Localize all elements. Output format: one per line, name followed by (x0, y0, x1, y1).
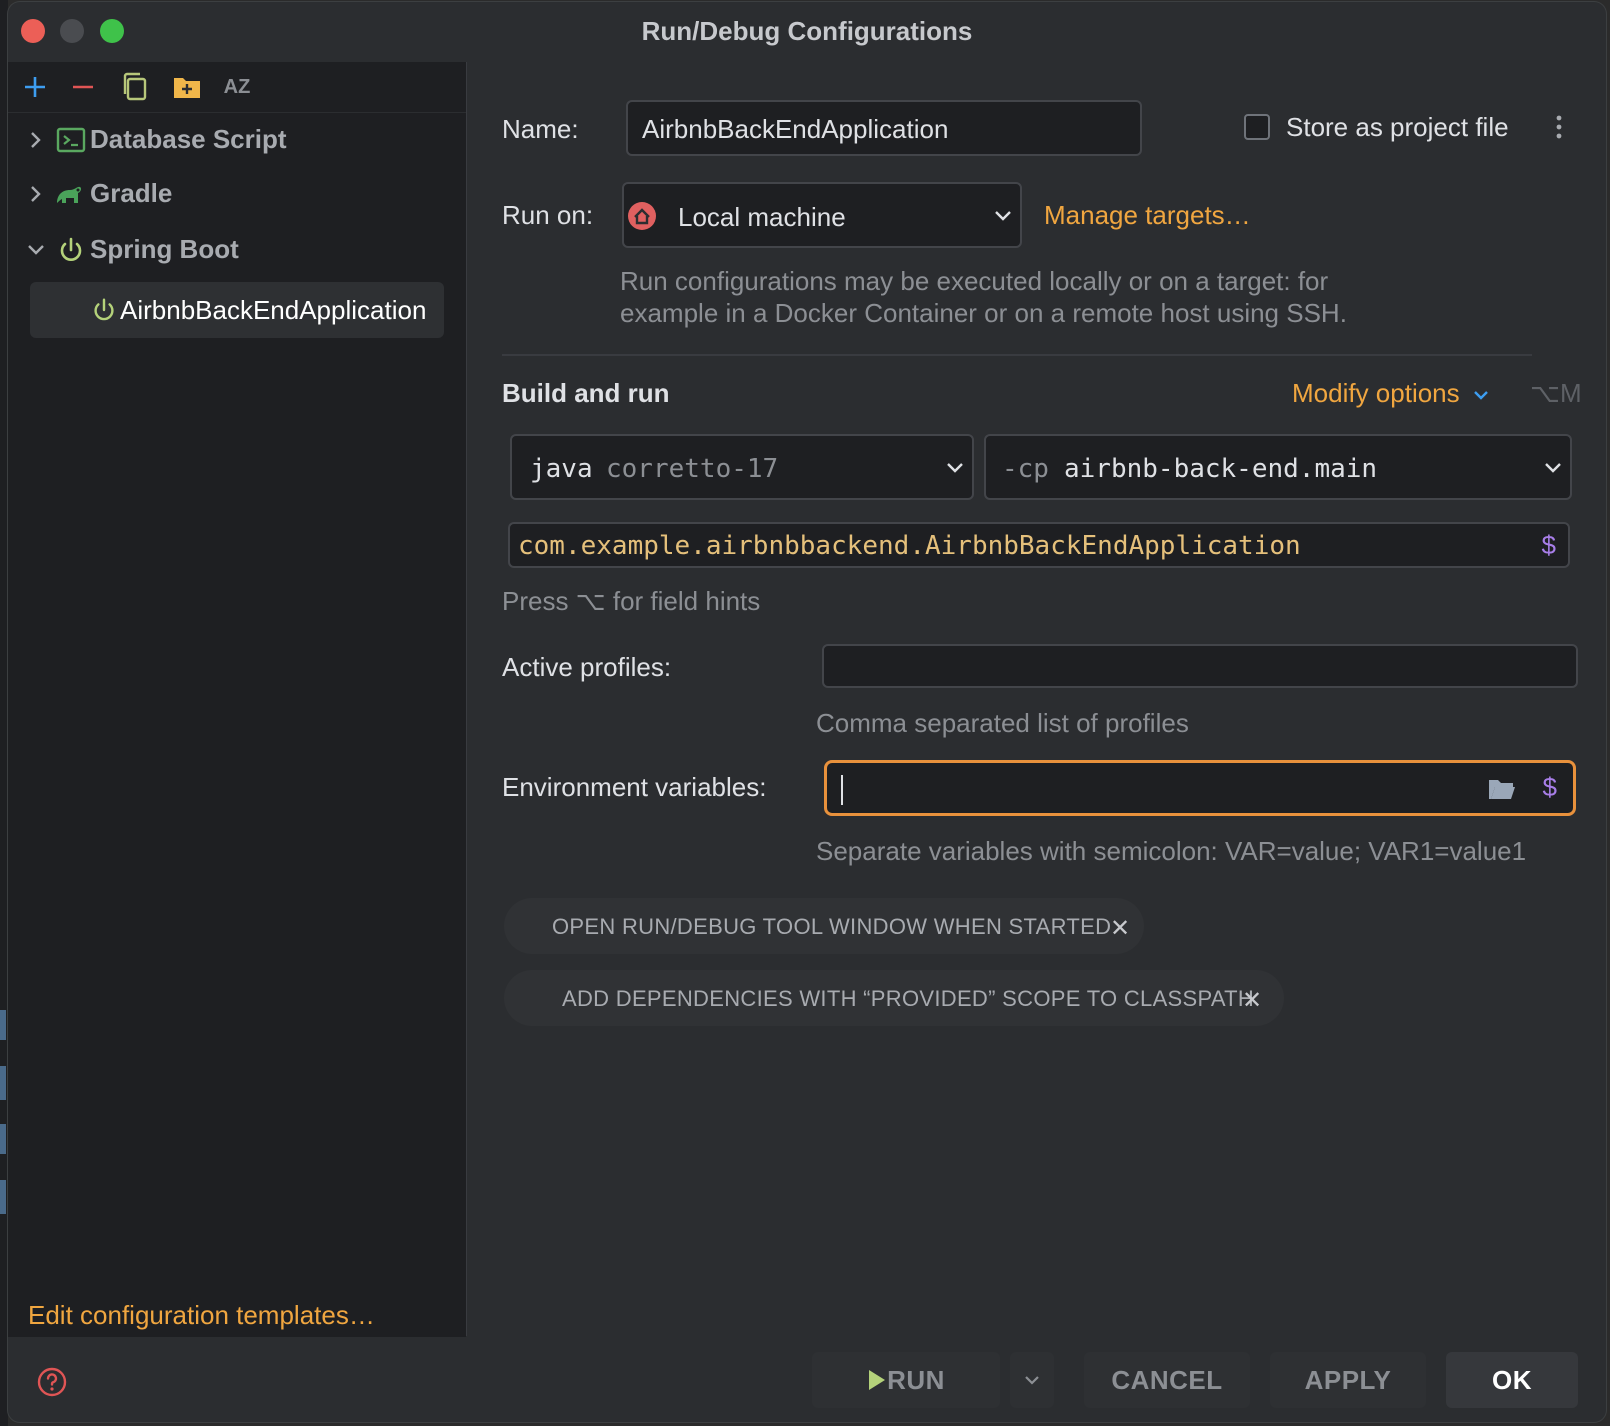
edit-configuration-templates-link[interactable]: Edit configuration templates… (28, 1300, 375, 1331)
help-icon[interactable] (36, 1366, 68, 1398)
cp-keyword: -cp (1002, 454, 1049, 484)
run-debug-dialog: Run/Debug Configurations AZ Database Scr… (8, 2, 1606, 1422)
chip-label: OPEN RUN/DEBUG TOOL WINDOW WHEN STARTED (552, 914, 1112, 939)
run-on-help-line2: example in a Docker Container or on a re… (620, 298, 1347, 328)
gutter-mark (0, 1066, 6, 1100)
manage-targets-link[interactable]: Manage targets… (1044, 200, 1251, 231)
configuration-form: Name: AirbnbBackEndApplication Store as … (470, 62, 1606, 1422)
plus-icon[interactable] (18, 70, 52, 104)
main-class-input[interactable]: com.example.airbnbbackend.AirbnbBackEndA… (508, 522, 1570, 568)
modify-options-link[interactable]: Modify options (1292, 378, 1489, 409)
dollar-macro-icon[interactable]: $ (1542, 530, 1556, 561)
sidebar-toolbar: AZ (8, 62, 466, 113)
close-icon[interactable]: ✕ (1110, 914, 1130, 943)
tree-item-spring-boot[interactable]: Spring Boot (8, 224, 466, 276)
tree-item-database-script[interactable]: Database Script (8, 114, 466, 166)
chevron-down-icon[interactable] (26, 240, 46, 260)
store-as-project-file-checkbox[interactable] (1244, 114, 1270, 140)
active-profiles-input[interactable] (822, 644, 1578, 688)
run-dropdown-button[interactable] (1010, 1352, 1054, 1408)
chevron-down-icon (995, 211, 1011, 221)
apply-button[interactable]: APPLY (1270, 1352, 1426, 1408)
name-input-value: AirbnbBackEndApplication (642, 114, 949, 144)
local-machine-home-icon (628, 202, 656, 230)
chevron-down-icon (1474, 391, 1488, 400)
environment-variables-hint: Separate variables with semicolon: VAR=v… (816, 836, 1527, 866)
classpath-select[interactable]: -cp airbnb-back-end.main (984, 434, 1572, 500)
name-label: Name: (502, 114, 579, 144)
run-on-value: Local machine (678, 202, 846, 232)
environment-variables-label: Environment variables: (502, 772, 767, 802)
spring-boot-power-icon (60, 237, 82, 261)
section-separator (502, 354, 1532, 356)
chevron-down-icon (947, 463, 963, 473)
dollar-macro-icon[interactable]: $ (1543, 772, 1557, 803)
chevron-down-icon (1025, 1376, 1039, 1385)
field-hints-text: Press ⌥ for field hints (502, 586, 761, 616)
sort-az-label: AZ (223, 76, 251, 98)
text-cursor (841, 775, 843, 805)
database-script-icon (56, 127, 86, 153)
dialog-title: Run/Debug Configurations (641, 16, 973, 46)
ok-button[interactable]: OK (1446, 1352, 1578, 1408)
tree-item-airbnb-selected[interactable]: AirbnbBackEndApplication (30, 282, 444, 338)
active-profiles-hint: Comma separated list of profiles (816, 708, 1189, 738)
cancel-button[interactable]: CANCEL (1084, 1352, 1250, 1408)
jdk-keyword: java (530, 454, 593, 484)
tree-item-label: Database Script (90, 124, 287, 154)
tree-item-label: Spring Boot (90, 234, 239, 264)
chevron-down-icon (1545, 463, 1561, 473)
jdk-select[interactable]: java corretto-17 (510, 434, 974, 500)
cp-value: airbnb-back-end.main (1064, 454, 1378, 484)
run-button[interactable]: RUN (812, 1352, 1000, 1408)
new-folder-icon[interactable] (170, 70, 204, 104)
configurations-sidebar: AZ Database Script Gradle Spring Boot Ai… (8, 62, 467, 1336)
chip-label: ADD DEPENDENCIES WITH “PROVIDED” SCOPE T… (562, 986, 1255, 1011)
gutter-mark (0, 1010, 6, 1040)
gradle-elephant-icon (57, 186, 82, 203)
run-on-label: Run on: (502, 200, 594, 230)
tree-item-gradle[interactable]: Gradle (8, 168, 466, 220)
name-input[interactable]: AirbnbBackEndApplication (626, 100, 1142, 156)
chevron-right-icon[interactable] (26, 184, 46, 204)
close-icon[interactable]: ✕ (1242, 986, 1262, 1015)
background-editor-strip (0, 0, 8, 1426)
option-chip-open-tool-window: OPEN RUN/DEBUG TOOL WINDOW WHEN STARTED … (504, 898, 1144, 954)
active-profiles-label: Active profiles: (502, 652, 672, 682)
chevron-right-icon[interactable] (26, 130, 46, 150)
jdk-value: corretto-17 (606, 454, 779, 484)
modify-options-shortcut: ⌥M (1530, 378, 1582, 408)
title-bar: Run/Debug Configurations (8, 2, 1606, 58)
run-on-help-line1: Run configurations may be executed local… (620, 266, 1329, 296)
sort-az-icon[interactable]: AZ (220, 70, 254, 104)
folder-open-icon[interactable] (1487, 777, 1517, 801)
more-options-icon[interactable] (1554, 114, 1564, 140)
environment-variables-input[interactable]: $ (824, 760, 1576, 816)
play-icon (869, 1370, 886, 1390)
run-button-label: RUN (887, 1364, 945, 1395)
tree-item-label: AirbnbBackEndApplication (120, 295, 427, 325)
option-chip-provided-scope: ADD DEPENDENCIES WITH “PROVIDED” SCOPE T… (504, 970, 1284, 1026)
minus-icon[interactable] (66, 70, 100, 104)
main-class-value: com.example.airbnbbackend.AirbnbBackEndA… (518, 531, 1301, 561)
run-on-select[interactable]: Local machine (622, 182, 1022, 248)
gutter-mark (0, 1180, 6, 1214)
build-and-run-title: Build and run (502, 378, 670, 408)
spring-boot-power-icon (94, 298, 114, 321)
tree-item-label: Gradle (90, 178, 173, 208)
modify-options-label: Modify options (1292, 378, 1460, 408)
copy-icon[interactable] (118, 70, 152, 104)
sidebar-footer-divider (8, 1336, 466, 1337)
store-as-project-file-label[interactable]: Store as project file (1286, 112, 1509, 143)
gutter-mark (0, 1124, 6, 1154)
